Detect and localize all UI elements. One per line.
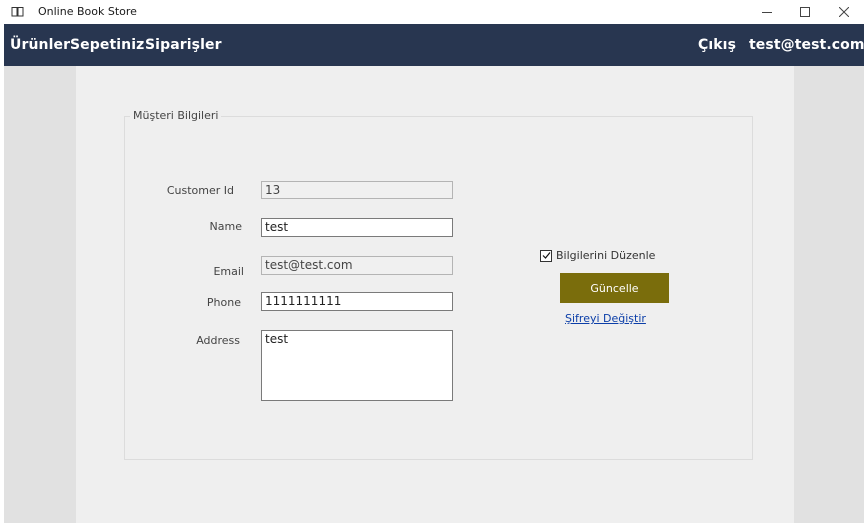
edit-info-checkbox[interactable] (540, 249, 552, 262)
book-icon (11, 7, 24, 17)
name-label: Name (209, 220, 242, 233)
customer-id-label: Customer Id (166, 184, 234, 197)
group-title: Müşteri Bilgileri (130, 109, 222, 122)
window-title: Online Book Store (38, 5, 137, 18)
maximize-button[interactable] (786, 0, 824, 24)
address-textarea[interactable]: test (261, 330, 453, 401)
customer-id-field: 13 (261, 181, 453, 199)
change-password-link[interactable]: Şifreyi Değiştir (565, 312, 646, 325)
title-bar: Online Book Store (0, 0, 868, 24)
close-button[interactable] (825, 0, 863, 24)
app-window: Online Book Store Ürünler Sepetiniz Sipa… (0, 0, 868, 523)
nav-orders[interactable]: Siparişler (145, 37, 222, 53)
top-navbar: Ürünler Sepetiniz Siparişler Çıkış test@… (4, 24, 864, 66)
name-field[interactable]: test (261, 218, 453, 237)
minimize-icon (762, 12, 772, 13)
close-icon (839, 7, 849, 17)
nav-logout[interactable]: Çıkış (698, 37, 736, 53)
minimize-button[interactable] (748, 0, 786, 24)
nav-products[interactable]: Ürünler (10, 37, 70, 53)
phone-field[interactable]: 1111111111 (261, 292, 453, 311)
email-field: test@test.com (261, 256, 453, 275)
phone-label: Phone (206, 296, 241, 309)
email-label: Email (213, 265, 244, 278)
nav-user-email[interactable]: test@test.com (749, 37, 865, 53)
check-icon (542, 252, 550, 259)
edit-info-label: Bilgilerini Düzenle (556, 249, 656, 262)
edit-info-checkbox-row[interactable]: Bilgilerini Düzenle (540, 249, 655, 262)
maximize-icon (800, 7, 810, 17)
update-button[interactable]: Güncelle (560, 273, 669, 303)
address-label: Address (196, 334, 240, 347)
nav-cart[interactable]: Sepetiniz (70, 37, 144, 53)
